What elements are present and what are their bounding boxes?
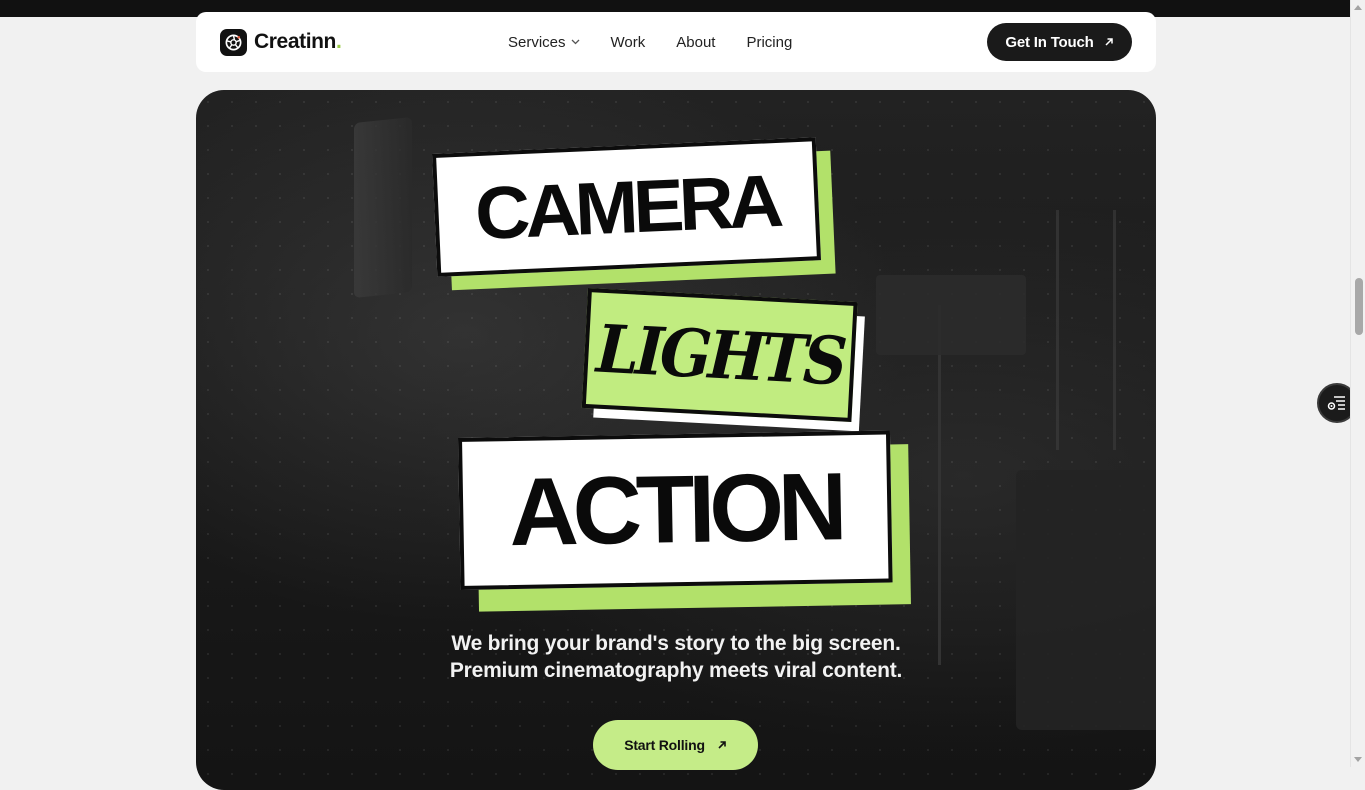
scaffold-silhouette [1056, 210, 1116, 450]
nav-pricing[interactable]: Pricing [746, 34, 792, 51]
logo-link[interactable]: Creatinn. [220, 28, 342, 56]
arrow-up-right-icon [718, 741, 726, 749]
hero-subtitle: We bring your brand's story to the big s… [196, 630, 1156, 684]
camera-card: CAMERA [432, 137, 821, 277]
get-in-touch-button[interactable]: Get In Touch [987, 23, 1132, 61]
scrollbar-thumb[interactable] [1355, 278, 1363, 335]
nav-work[interactable]: Work [611, 34, 646, 51]
light-head-silhouette [876, 275, 1026, 355]
brand-name: Creatinn. [254, 30, 342, 53]
hero-subtitle-line2: Premium cinematography meets viral conte… [449, 659, 903, 682]
accessibility-menu-icon [1327, 396, 1345, 410]
start-rolling-label: Start Rolling [624, 737, 705, 753]
main-nav: Services Work About Pricing [508, 12, 823, 72]
start-rolling-button[interactable]: Start Rolling [593, 720, 758, 770]
action-card: ACTION [458, 430, 893, 590]
equipment-case-silhouette [1016, 470, 1156, 730]
nav-about[interactable]: About [676, 34, 715, 51]
lights-word: LIGHTS [594, 309, 846, 401]
page-scrollbar[interactable] [1350, 0, 1365, 767]
scroll-up-arrow-icon[interactable] [1354, 5, 1362, 10]
light-stand-silhouette [938, 305, 941, 665]
chevron-down-icon [571, 39, 579, 45]
nav-services-label: Services [508, 33, 566, 51]
scroll-down-arrow-icon[interactable] [1354, 757, 1362, 762]
camera-word: CAMERA [473, 158, 780, 256]
lights-card: LIGHTS [581, 288, 858, 422]
hero-section: CAMERA LIGHTS ACTION We bring your brand… [196, 90, 1156, 790]
softbox-silhouette [354, 116, 412, 299]
nav-services[interactable]: Services [508, 34, 580, 51]
action-word: ACTION [508, 453, 843, 567]
arrow-up-right-icon [1105, 38, 1113, 46]
hero-subtitle-line1: We bring your brand's story to the big s… [451, 632, 901, 655]
navbar: Creatinn. Services Work About Pricing Ge… [196, 12, 1156, 72]
aperture-icon [220, 28, 247, 56]
get-in-touch-label: Get In Touch [1005, 33, 1094, 51]
